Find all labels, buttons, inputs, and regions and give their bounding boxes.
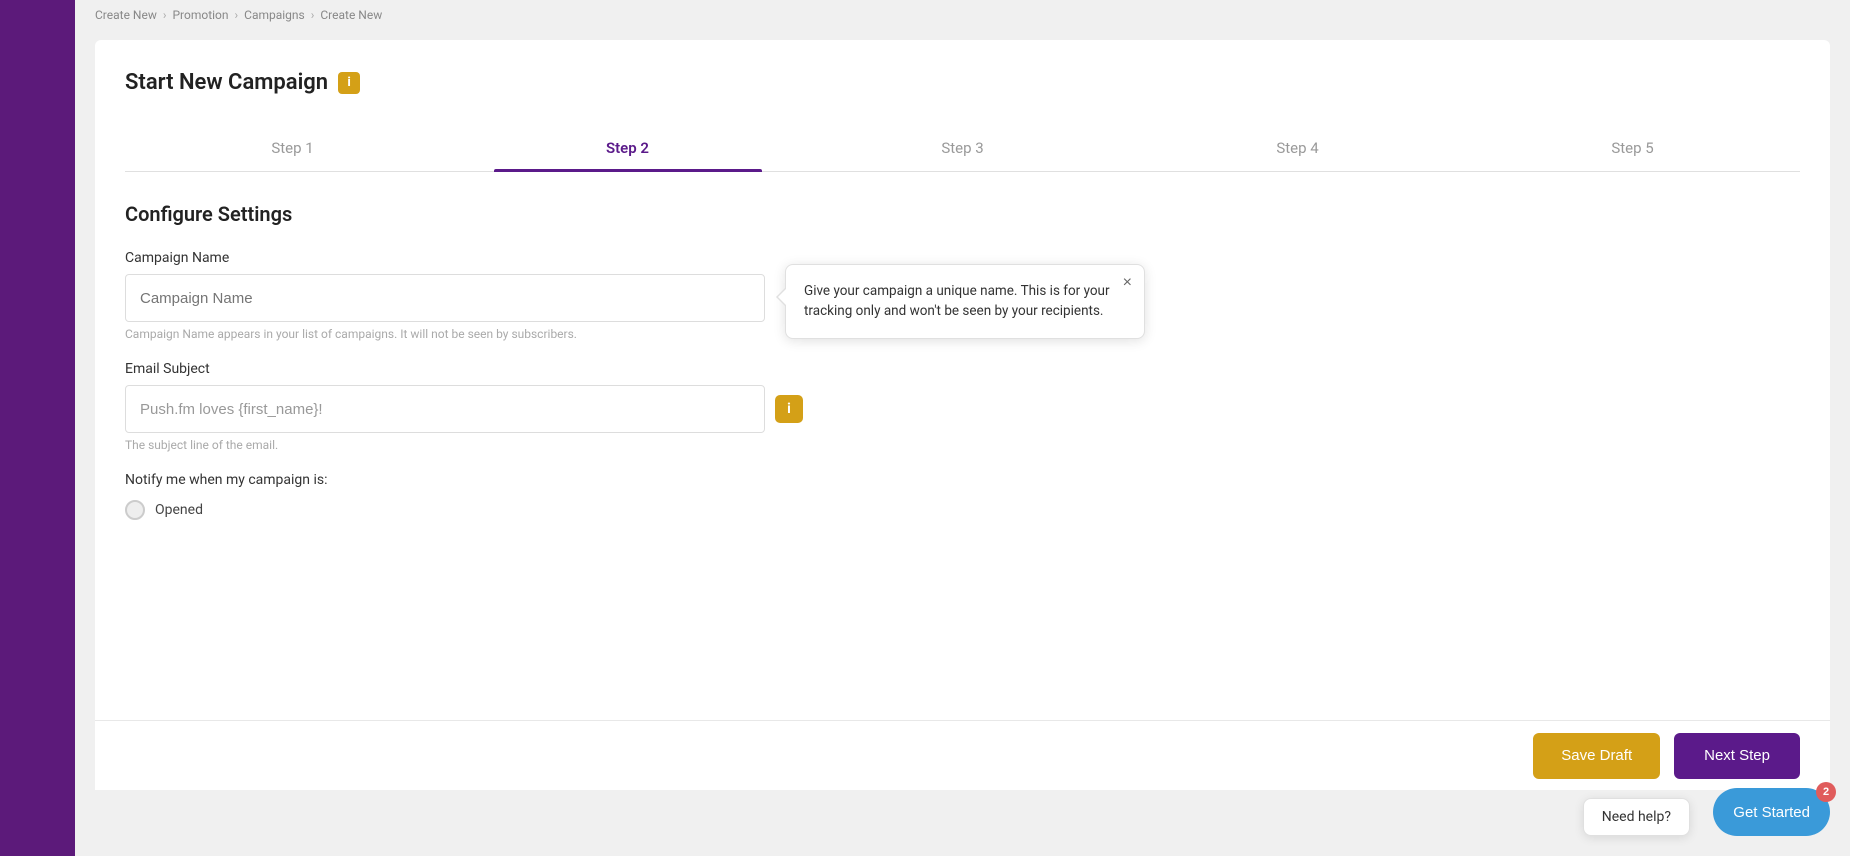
campaign-name-field-group: Campaign Name × Give your campaign a uni… [125,250,1800,341]
get-started-label: Get Started [1733,804,1810,821]
steps-bar: Step 1 Step 2 Step 3 Step 4 Step 5 [125,125,1800,172]
section-title: Configure Settings [125,202,1800,226]
notify-field-group: Notify me when my campaign is: Opened [125,472,1800,520]
tab-step-3[interactable]: Step 3 [795,125,1130,171]
email-subject-label: Email Subject [125,361,1800,377]
email-subject-info-icon[interactable]: i [775,395,803,423]
campaign-name-input[interactable] [125,274,765,322]
tab-step-2[interactable]: Step 2 [460,125,795,171]
breadcrumb-sep-3: › [311,8,315,22]
page-info-icon[interactable]: i [338,72,360,94]
campaign-name-tooltip: × Give your campaign a unique name. This… [785,264,1145,339]
need-help-popup: Need help? [1583,798,1690,836]
content-card: Start New Campaign i Step 1 Step 2 Step … [95,40,1830,790]
action-bar: Save Draft Next Step [95,720,1830,790]
notify-label: Notify me when my campaign is: [125,472,1800,488]
email-subject-input-row: i [125,385,1800,433]
tooltip-text: Give your campaign a unique name. This i… [804,281,1126,322]
opened-checkbox-row: Opened [125,500,1800,520]
get-started-button[interactable]: Get Started 2 [1713,788,1830,836]
page-title-row: Start New Campaign i [125,70,1800,95]
get-started-badge: 2 [1816,782,1836,802]
breadcrumb-item-2[interactable]: Promotion [172,8,228,22]
tab-step-4[interactable]: Step 4 [1130,125,1465,171]
opened-checkbox[interactable] [125,500,145,520]
main-container: Create New › Promotion › Campaigns › Cre… [75,0,1850,856]
tab-step-1[interactable]: Step 1 [125,125,460,171]
page-title: Start New Campaign [125,70,328,95]
email-subject-input[interactable] [125,385,765,433]
email-subject-field-group: Email Subject i The subject line of the … [125,361,1800,452]
save-draft-button[interactable]: Save Draft [1533,733,1660,779]
need-help-label: Need help? [1602,809,1671,825]
next-step-button[interactable]: Next Step [1674,733,1800,779]
campaign-name-input-row: × Give your campaign a unique name. This… [125,274,1800,322]
breadcrumb-item-4[interactable]: Create New [320,8,382,22]
breadcrumb: Create New › Promotion › Campaigns › Cre… [75,0,1850,30]
opened-checkbox-label: Opened [155,502,203,518]
breadcrumb-item-3[interactable]: Campaigns [244,8,305,22]
email-subject-hint: The subject line of the email. [125,438,1800,452]
tooltip-close-button[interactable]: × [1123,275,1132,291]
tab-step-5[interactable]: Step 5 [1465,125,1800,171]
breadcrumb-sep-2: › [235,8,239,22]
breadcrumb-item-1[interactable]: Create New [95,8,157,22]
breadcrumb-sep-1: › [163,8,167,22]
